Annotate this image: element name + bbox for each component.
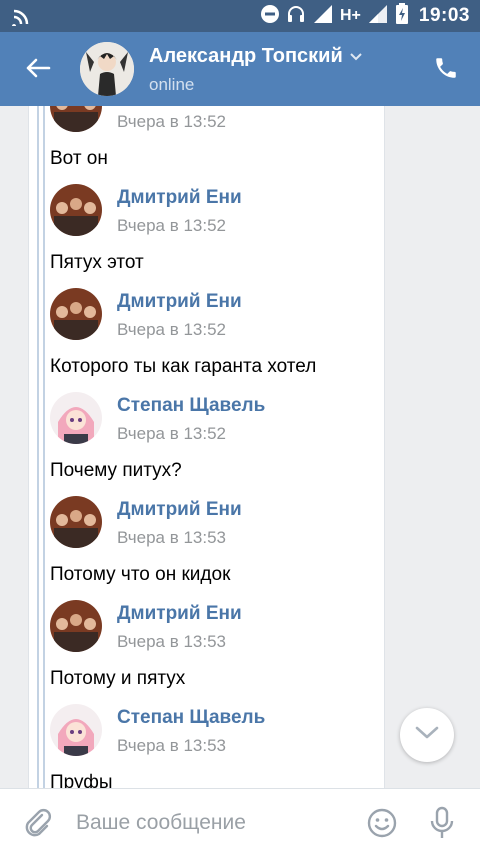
voice-message-button[interactable]	[426, 805, 458, 841]
message-time: Вчера в 13:53	[117, 632, 227, 651]
contact-name[interactable]: Александр Топский	[149, 45, 363, 68]
message-text: Потому что он кидок	[50, 564, 231, 585]
message-avatar[interactable]	[50, 496, 102, 548]
message-input[interactable]	[76, 809, 346, 837]
arrow-back-icon	[25, 57, 51, 84]
message-time: Вчера в 13:53	[117, 528, 227, 547]
forward-indent-line	[37, 106, 39, 788]
message-text: Вот он	[50, 148, 108, 169]
message-text: Почему питух?	[50, 460, 182, 481]
microphone-icon	[426, 806, 458, 845]
cast-icon	[12, 6, 32, 31]
message-author[interactable]: Дмитрий Ени	[117, 291, 242, 313]
message-avatar[interactable]	[50, 184, 102, 236]
message-author[interactable]: Дмитрий Ени	[117, 187, 242, 209]
contact-status: online	[149, 75, 195, 94]
message-time: Вчера в 13:52	[117, 320, 227, 339]
signal-icon-2	[367, 3, 389, 30]
attach-button[interactable]	[22, 807, 54, 839]
forward-indent-line-inner	[43, 106, 45, 788]
phone-icon	[433, 55, 459, 86]
message-text: Пруфы	[50, 772, 113, 788]
signal-icon	[312, 3, 334, 30]
scroll-down-button[interactable]	[400, 708, 454, 762]
paperclip-icon	[22, 809, 54, 843]
message-avatar[interactable]	[50, 704, 102, 756]
chevron-down-icon	[349, 45, 363, 68]
headphones-icon	[286, 4, 306, 29]
message-composer	[0, 788, 480, 854]
back-button[interactable]	[22, 54, 54, 86]
message-time: Вчера в 13:52	[117, 112, 227, 131]
network-type: H+	[339, 7, 361, 24]
smile-icon	[366, 808, 398, 843]
battery-charging-icon	[395, 2, 409, 30]
clock: 19:03	[418, 5, 470, 26]
emoji-button[interactable]	[366, 807, 398, 839]
message-text: Которого ты как гаранта хотел	[50, 356, 317, 377]
message-avatar[interactable]	[50, 392, 102, 444]
message-feed[interactable]: Вчера в 13:52 Вот он Дмитрий Ени Вчера в…	[0, 106, 480, 788]
message-author[interactable]: Степан Щавель	[117, 395, 265, 417]
contact-avatar[interactable]	[80, 42, 134, 96]
message-time: Вчера в 13:52	[117, 424, 227, 443]
call-button[interactable]	[430, 54, 462, 86]
message-avatar[interactable]	[50, 600, 102, 652]
message-author[interactable]: Степан Щавель	[117, 707, 265, 729]
message-time: Вчера в 13:53	[117, 736, 227, 755]
chevron-down-icon	[414, 725, 440, 746]
dnd-icon	[260, 4, 280, 29]
message-time: Вчера в 13:52	[117, 216, 227, 235]
message-author[interactable]: Дмитрий Ени	[117, 603, 242, 625]
contact-name-text: Александр Топский	[149, 45, 343, 67]
message-author[interactable]: Дмитрий Ени	[117, 499, 242, 521]
message-text: Пятух этот	[50, 252, 144, 273]
status-bar: H+ 19:03	[0, 0, 480, 32]
message-text: Потому и пятух	[50, 668, 186, 689]
chat-header: Александр Топский online	[0, 32, 480, 106]
message-avatar[interactable]	[50, 288, 102, 340]
